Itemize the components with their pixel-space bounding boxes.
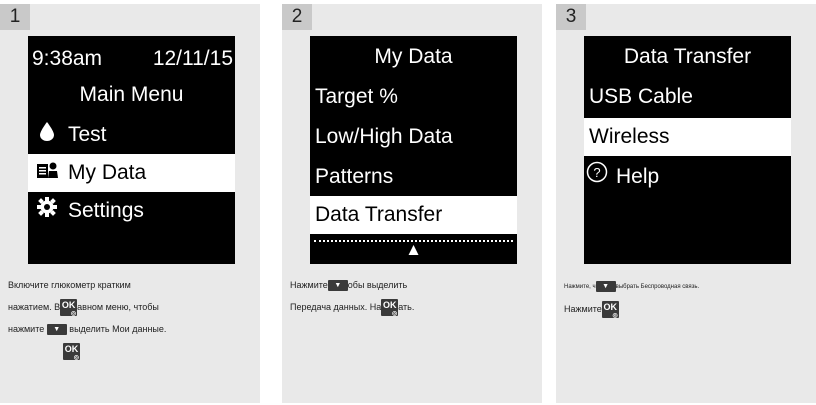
question-circle-icon: ? (586, 158, 608, 196)
instruction-segment: нажмите (8, 324, 45, 334)
drop-icon (36, 116, 58, 154)
instruction-segment: выделить Мои данные. (69, 324, 167, 334)
menu-item-target[interactable]: Target % (310, 78, 517, 116)
svg-text:?: ? (593, 165, 600, 180)
instruction-segment: нажатием. В (8, 302, 61, 312)
instruction-segment: Передача данных. На (290, 302, 382, 312)
menu-item-usb-cable[interactable]: USB Cable (584, 78, 791, 116)
instruction-segment: выбрать Беспроводная связь. (615, 284, 700, 290)
menu-item-patterns[interactable]: Patterns (310, 158, 517, 196)
down-button-icon: ▼ (327, 280, 348, 292)
instruction-text: Нажмите, ч ▼ выбрать Беспроводная связь. Н… (564, 276, 809, 320)
meter-screen-main-menu: 9:38am 12/11/15 Main Menu Test My Data S… (28, 36, 235, 264)
menu-item-label: My Data (68, 161, 147, 184)
data-icon (36, 154, 58, 192)
menu-item-label: Help (616, 165, 660, 188)
instruction-segment: обы выделить (347, 280, 408, 290)
step-number: 1 (0, 4, 30, 30)
screen-title: Data Transfer (623, 45, 752, 68)
instruction-segment: Нажмите (290, 280, 328, 290)
instruction-line: Включите глюкометр кратким (8, 280, 131, 290)
instruction-line: Передача данных. НаOKать. (290, 296, 535, 318)
step-panel-1: 1 9:38am 12/11/15 Main Menu Test My Data… (0, 4, 260, 403)
menu-item-low-high-data[interactable]: Low/High Data (310, 118, 517, 156)
menu-item-label: Test (68, 123, 107, 146)
step-panel-3: 3 Data Transfer USB Cable Wireless ? Hel… (556, 4, 816, 403)
screen-title: Main Menu (79, 83, 184, 106)
scroll-indicator: ▲ (310, 234, 517, 264)
step-panel-2: 2 My Data Target % Low/High Data Pattern… (282, 4, 542, 403)
step-number: 3 (556, 4, 586, 30)
menu-item-wireless[interactable]: Wireless (584, 118, 791, 156)
instruction-line: нажатием. ВOKавном меню, чтобы (8, 296, 253, 318)
instruction-line: нажмите ▼ выделить Мои данные. (8, 318, 253, 340)
instruction-line: Нажмите OK (564, 298, 809, 320)
instruction-line: Нажмите ▼ обы выделить (290, 274, 535, 296)
menu-item-settings[interactable]: Settings (28, 192, 235, 230)
down-button-icon: ▼ (595, 280, 616, 292)
up-arrow-icon: ▲ (405, 240, 422, 259)
step-number: 2 (282, 4, 312, 30)
menu-item-label: Settings (68, 199, 144, 222)
instruction-line: Нажмите, ч ▼ выбрать Беспроводная связь. (564, 276, 809, 298)
date-display: 12/11/15 (152, 47, 233, 70)
instruction-text: Нажмите ▼ обы выделить Передача данных. На… (290, 274, 535, 318)
ok-button-icon: OK (63, 343, 80, 361)
menu-item-test[interactable]: Test (28, 116, 235, 154)
menu-item-help[interactable]: ? Help (584, 158, 791, 196)
status-bar: 9:38am 12/11/15 (28, 40, 235, 78)
screen-title: My Data (374, 45, 453, 68)
instruction-segment: Нажмите, ч (564, 284, 596, 290)
meter-screen-my-data: My Data Target % Low/High Data Patterns … (310, 36, 517, 264)
instruction-segment: авном меню, чтобы (77, 302, 159, 312)
time-display: 9:38am (32, 47, 103, 70)
instruction-segment: ать. (398, 302, 415, 312)
instruction-text: Включите глюкометр кратким нажатием. В OK… (8, 274, 253, 362)
menu-item-data-transfer[interactable]: Data Transfer (310, 196, 517, 234)
ok-button-icon: OK (381, 299, 399, 317)
ok-button-icon: OK (601, 301, 619, 319)
down-button-icon: ▼ (46, 324, 67, 336)
gear-icon (36, 192, 58, 230)
menu-item-my-data[interactable]: My Data (28, 154, 235, 192)
ok-button-icon: OK (60, 299, 78, 317)
instruction-line: OK (8, 340, 253, 362)
instruction-segment: Нажмите (564, 304, 602, 314)
meter-screen-data-transfer: Data Transfer USB Cable Wireless ? Help (584, 36, 791, 264)
